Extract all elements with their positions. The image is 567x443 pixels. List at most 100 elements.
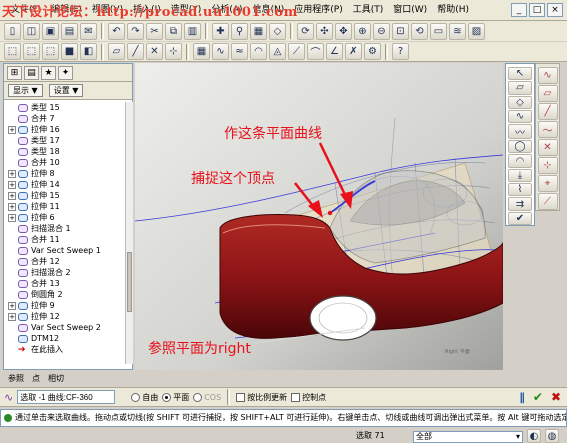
find-icon[interactable]: ⚲ — [231, 22, 248, 40]
dashboard-tab-2[interactable]: 相切 — [48, 372, 64, 386]
plane-icon[interactable]: ▱ — [537, 85, 558, 102]
tree-item[interactable]: 类型 15 — [4, 102, 125, 113]
dihedral-icon[interactable]: ∠ — [326, 43, 343, 60]
email-icon[interactable]: ✉ — [80, 22, 97, 40]
saved-views-icon[interactable]: ▭ — [430, 22, 447, 40]
tree-item[interactable]: 合并 12 — [4, 256, 125, 267]
curvature-icon[interactable]: ⌒ — [307, 43, 324, 60]
wireframe-icon[interactable]: ⬚ — [4, 43, 21, 60]
tree-item[interactable]: 扫描混合 1 — [4, 223, 125, 234]
tree-item[interactable]: 倒圆角 2 — [4, 289, 125, 300]
expand-icon[interactable]: + — [8, 301, 16, 310]
tree-item[interactable]: 合并 7 — [4, 113, 125, 124]
zoom-in-icon[interactable]: ⊕ — [354, 22, 371, 40]
drop-curve-icon[interactable]: ⤓ — [508, 168, 532, 183]
pause-icon[interactable]: ∥ — [519, 391, 525, 404]
menu-item-9[interactable]: 窗口(W) — [388, 0, 432, 21]
edit-curve-icon[interactable]: 〰 — [508, 124, 532, 140]
expand-icon[interactable]: + — [8, 202, 16, 211]
point-icon[interactable]: ✕ — [537, 139, 558, 156]
settings-menu-button[interactable]: 设置 ▼ — [48, 84, 84, 97]
tree-item[interactable]: + 拉伸 15 — [4, 190, 125, 201]
tree-item[interactable]: 合并 11 — [4, 234, 125, 245]
folder-browser-tab-icon[interactable]: ▤ — [24, 66, 39, 80]
paste-icon[interactable]: ▥ — [184, 22, 201, 40]
analysis-icon[interactable]: ⌖ — [537, 175, 558, 192]
radio-cos[interactable]: COS — [193, 392, 221, 402]
tree-item[interactable]: 合并 10 — [4, 157, 125, 168]
control-points-checkbox[interactable]: 控制点 — [291, 392, 326, 403]
draft-analysis-icon[interactable]: ◬ — [269, 43, 286, 60]
hidden-line-icon[interactable]: ⬚ — [23, 43, 40, 60]
model-tree-tab-icon[interactable]: ⊞ — [7, 66, 22, 80]
tree-item[interactable]: Var Sect Sweep 1 — [4, 245, 125, 256]
favorites-tab-icon[interactable]: ★ — [41, 66, 56, 80]
slope-icon[interactable]: ⟋ — [288, 43, 305, 60]
orient-icon[interactable]: ✥ — [335, 22, 352, 40]
arc-icon[interactable]: ◠ — [508, 154, 532, 168]
layers-icon[interactable]: ≋ — [449, 22, 466, 40]
select-arrow-icon[interactable]: ↖ — [508, 67, 532, 81]
enhanced-realism-icon[interactable]: ◧ — [80, 43, 97, 60]
show-menu-button[interactable]: 显示 ▼ — [8, 84, 43, 97]
selection-filter-dropdown[interactable]: 全部 ▾ — [413, 431, 523, 443]
tree-scrollbar[interactable] — [125, 102, 133, 364]
tree-item[interactable]: + 拉伸 11 — [4, 201, 125, 212]
datum-axes-icon[interactable]: ╱ — [127, 43, 144, 60]
tree-item[interactable]: 合并 13 — [4, 278, 125, 289]
tree-item[interactable]: + 拉伸 8 — [4, 168, 125, 179]
offset-icon[interactable]: ⇉ — [508, 197, 532, 211]
help-icon[interactable]: ? — [392, 43, 409, 60]
tree-item[interactable]: DTM12 — [4, 333, 125, 344]
car-model-view[interactable]: Right 平面 — [135, 63, 503, 370]
grid-icon[interactable]: ▦ — [193, 43, 210, 60]
analysis-settings-icon[interactable]: ⚙ — [364, 43, 381, 60]
open-file-icon[interactable]: ◫ — [23, 22, 40, 40]
copy-icon[interactable]: ⧉ — [165, 22, 182, 40]
circle-icon[interactable]: ◯ — [508, 140, 532, 154]
color-wheel-icon[interactable]: ◐ — [527, 429, 541, 443]
tree-item[interactable]: 类型 18 — [4, 146, 125, 157]
print-icon[interactable]: ▤ — [61, 22, 78, 40]
no-hidden-icon[interactable]: ⬚ — [42, 43, 59, 60]
tree-item[interactable]: + 拉伸 14 — [4, 179, 125, 190]
curve-select-field[interactable] — [17, 390, 116, 404]
save-icon[interactable]: ▣ — [42, 22, 59, 40]
coordinate-systems-icon[interactable]: ⊹ — [165, 43, 182, 60]
surface-analysis-icon[interactable]: ≈ — [231, 43, 248, 60]
radio-plane[interactable]: 平面 — [162, 392, 189, 403]
menu-item-10[interactable]: 帮助(H) — [432, 0, 474, 21]
cancel-x-icon[interactable]: ✖ — [551, 390, 561, 404]
window-icon[interactable]: ▦ — [250, 22, 267, 40]
tree-item[interactable]: + 拉伸 12 — [4, 311, 125, 322]
tree-item[interactable]: 类型 17 — [4, 135, 125, 146]
redo-icon[interactable]: ↷ — [127, 22, 144, 40]
spin-center-icon[interactable]: ✣ — [316, 22, 333, 40]
delete-analysis-icon[interactable]: ✗ — [345, 43, 362, 60]
expand-icon[interactable]: + — [8, 213, 16, 222]
maximize-button[interactable]: □ — [529, 3, 545, 17]
graphics-viewport[interactable]: Right 平面 — [135, 63, 503, 370]
tree-item[interactable]: ➔ 在此插入 — [4, 344, 125, 355]
proportional-update-checkbox[interactable]: 按比例更新 — [236, 392, 287, 403]
menu-item-7[interactable]: 应用程序(P) — [289, 0, 347, 21]
scrollbar-thumb[interactable] — [127, 252, 132, 312]
curve-analysis-icon[interactable]: ∿ — [212, 43, 229, 60]
internal-plane-icon[interactable]: ◇ — [508, 95, 532, 109]
tree-item[interactable]: 扫描混合 2 — [4, 267, 125, 278]
regenerate-icon[interactable]: ✚ — [212, 22, 229, 40]
done-check-icon[interactable]: ✔ — [508, 211, 532, 225]
apply-check-icon[interactable]: ✔ — [533, 390, 543, 404]
radio-free[interactable]: 自由 — [131, 392, 158, 403]
reorient-icon[interactable]: ⟲ — [411, 22, 428, 40]
datum-points-icon[interactable]: ✕ — [146, 43, 163, 60]
datum-planes-icon[interactable]: ▱ — [108, 43, 125, 60]
set-active-plane-icon[interactable]: ▱ — [508, 81, 532, 95]
surface-icon[interactable]: ⟋ — [537, 193, 558, 210]
connections-tab-icon[interactable]: ✦ — [58, 66, 73, 80]
dashboard-tab-0[interactable]: 参照 — [8, 372, 24, 386]
create-curve-icon[interactable]: ∿ — [508, 109, 532, 124]
refit-icon[interactable]: ⊡ — [392, 22, 409, 40]
zoom-out-icon[interactable]: ⊖ — [373, 22, 390, 40]
tree-item[interactable]: + 拉伸 16 — [4, 124, 125, 135]
